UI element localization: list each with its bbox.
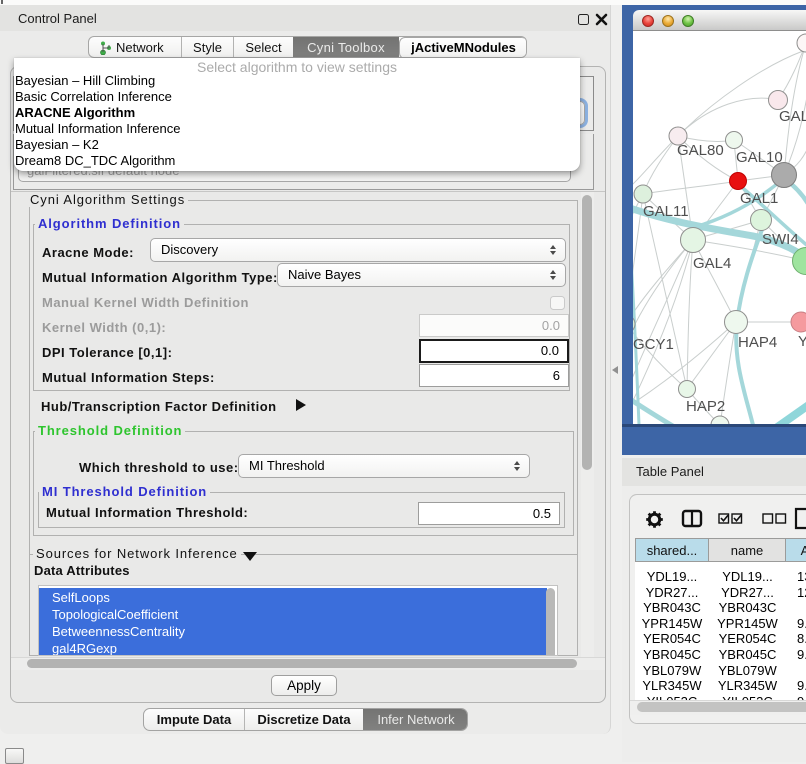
svg-text:GCY1: GCY1	[633, 336, 674, 353]
svg-text:HAP2: HAP2	[686, 398, 725, 415]
svg-text:GAL10: GAL10	[736, 149, 783, 166]
svg-text:GAL1: GAL1	[740, 190, 778, 207]
svg-text:GAL11: GAL11	[643, 203, 689, 220]
svg-text:SWI4: SWI4	[762, 231, 799, 248]
svg-text:GAL2: GAL2	[779, 108, 806, 125]
svg-text:GAL4: GAL4	[693, 255, 731, 272]
svg-text:HAP4: HAP4	[738, 334, 777, 351]
svg-text:YD: YD	[798, 333, 806, 350]
svg-text:GAL80: GAL80	[677, 142, 724, 159]
